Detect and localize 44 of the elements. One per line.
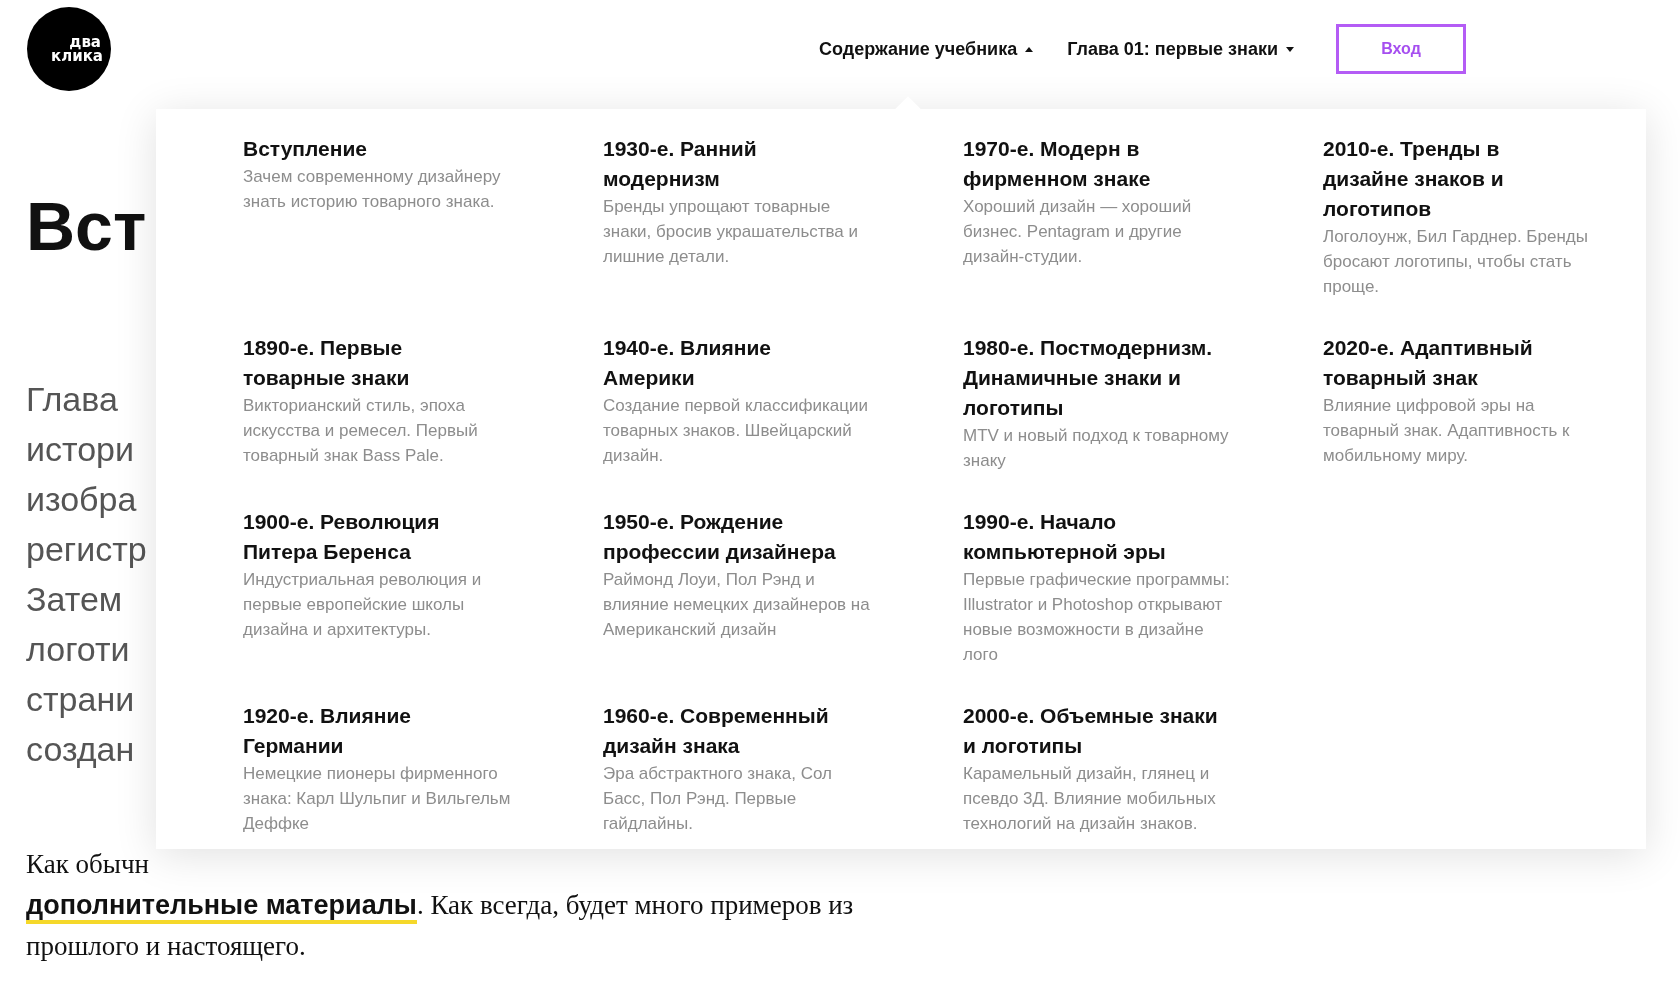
chapter-link[interactable]: 1950-е. Рождение профессии дизайнера — [603, 507, 858, 567]
chapter-link[interactable]: 1990-е. Начало компьютерной эры — [963, 507, 1218, 567]
caret-down-icon — [1286, 46, 1294, 52]
chapter-description: Создание первой классификации товарных знаков. Швейцарский дизайн. — [603, 395, 869, 467]
chapter-description: Логолоунж, Бил Гарднер. Бренды бросают логотипы, чтобы стать проще. — [1323, 226, 1589, 298]
logo[interactable]: два клика — [27, 7, 111, 91]
chapter-link[interactable]: 1980-е. Постмодернизм. Динамичные знаки и логотипы — [963, 333, 1218, 423]
login-button[interactable]: Вход — [1336, 24, 1466, 74]
chapter-description: Зачем современному дизайнеру знать историю товарного знака. — [243, 166, 502, 213]
chapter-link[interactable]: 1970-е. Модерн в фирменном знаке — [963, 134, 1218, 194]
chapter-link[interactable]: 1940-е. Влияние Америки — [603, 333, 858, 393]
intro-text: страни — [26, 679, 135, 720]
chapter-description: Раймонд Лоуи, Пол Рэнд и влияние немецких дизайнеров на Американский дизайн — [603, 569, 871, 641]
chapter-link[interactable]: Вступление — [243, 134, 498, 164]
chapter-description: Индустриальная революция и первые европейские школы дизайна и архитектуры. — [243, 569, 483, 641]
intro-text: изобра — [26, 479, 137, 520]
materials-link[interactable]: дополнительные материалы — [26, 890, 417, 924]
intro-text: регистр — [26, 529, 147, 570]
chapter-link[interactable]: 2010-е. Тренды в дизайне знаков и логотипов — [1323, 134, 1578, 224]
caret-up-icon — [1025, 46, 1034, 52]
nav-link[interactable]: Содержание учебника — [818, 38, 1034, 60]
chapter-description: Первые графические программы: Illustrator и Photoshop открывают новые возможности в дизайне лого — [963, 569, 1231, 666]
chapter-description: Хороший дизайн — хороший бизнес. Pentagram и другие дизайн-студии. — [963, 196, 1193, 268]
intro-text: Глава — [26, 379, 118, 420]
chapter-description: Влияние цифровой эры на товарный знак. Адаптивность к мобильному миру. — [1323, 395, 1571, 467]
chapter-link[interactable]: 1920-е. Влияние Германии — [243, 701, 498, 761]
chapter-link[interactable]: 2020-е. Адаптивный товарный знак — [1323, 333, 1578, 393]
chapter-link[interactable]: 1900-е. Революция Питера Беренса — [243, 507, 498, 567]
chapter-description: Бренды упрощают товарные знаки, бросив украшательства и лишние детали. — [603, 196, 860, 268]
intro-text: Затем — [26, 579, 123, 620]
intro-text: логоти — [26, 629, 130, 670]
chapter-description: Немецкие пионеры фирменного знака: Карл Шульпиг и Вильгельм Деффке — [243, 763, 511, 835]
chapter-description: MTV и новый подход к товарному знаку — [963, 425, 1230, 472]
chapter-link[interactable]: 1890-е. Первые товарные знаки — [243, 333, 498, 393]
chapter-link[interactable]: 1960-е. Современный дизайн знака — [603, 701, 858, 761]
chapter-link[interactable]: 2000-е. Объемные знаки и логотипы — [963, 701, 1218, 761]
intro-text: истори — [26, 429, 134, 470]
chapter-description: Эра абстрактного знака, Сол Басс, Пол Рэнд. Первые гайдлайны. — [603, 763, 833, 835]
intro-text: создан — [26, 729, 135, 770]
chapter-link[interactable]: 1930-е. Ранний модернизм — [603, 134, 858, 194]
nav-link[interactable]: Глава 01: первые знаки — [1067, 38, 1294, 60]
chapter-description: Карамельный дизайн, глянец и псевдо 3Д. Влияние мобильных технологий на дизайн знаков. — [963, 763, 1217, 835]
article-heading: Вст — [26, 187, 147, 266]
chapter-description: Викторианский стиль, эпоха искусства и ремесел. Первый товарный знак Bass Pale. — [243, 395, 479, 467]
